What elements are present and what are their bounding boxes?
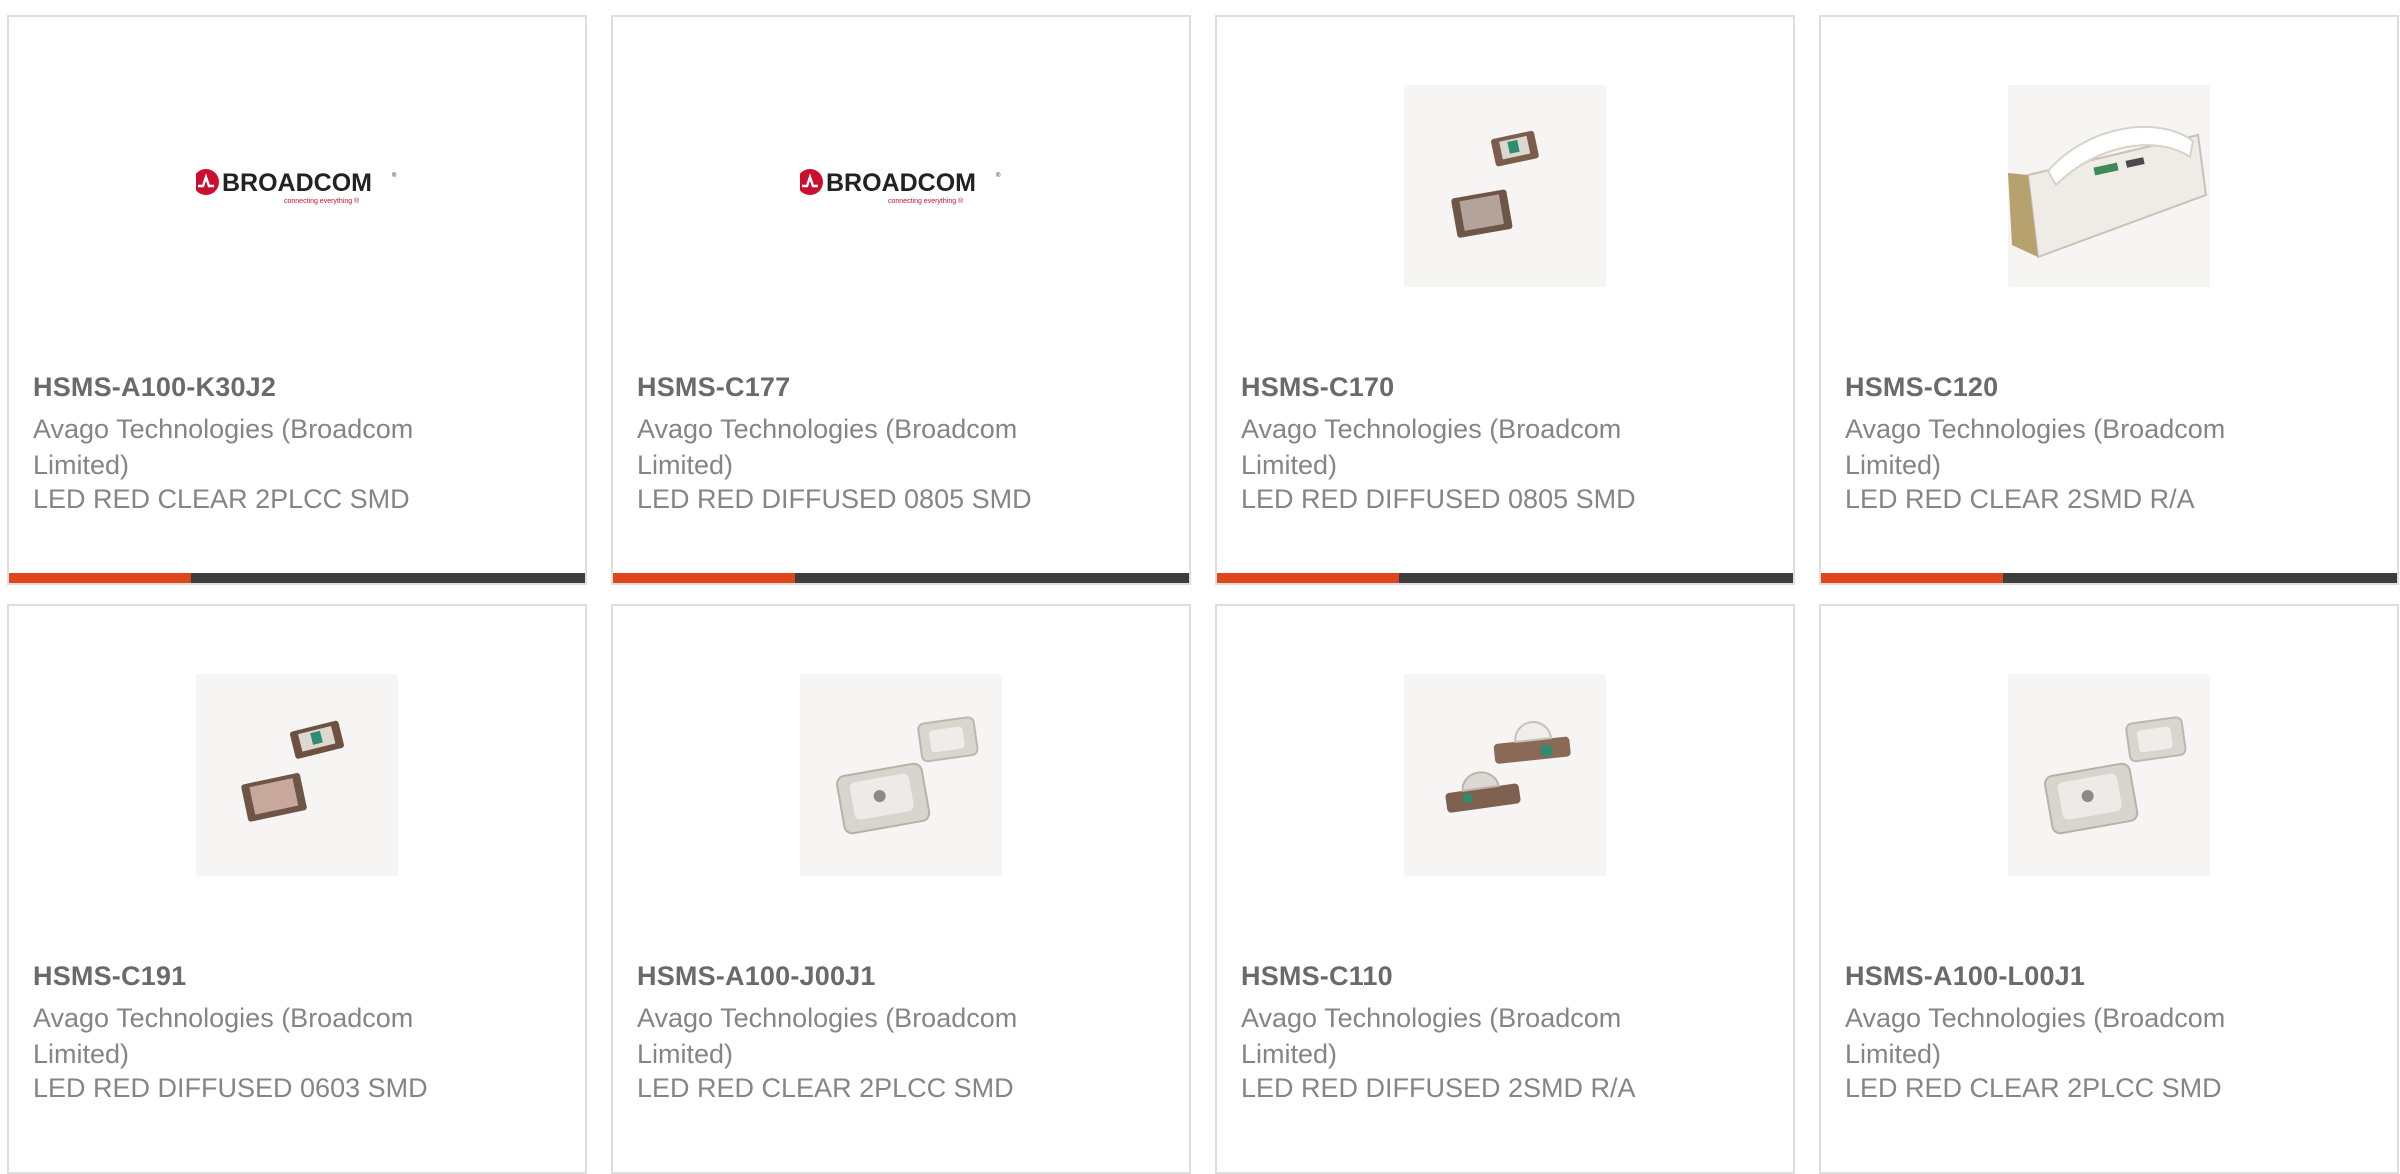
product-card[interactable]: HSMS-A100-L00J1 Avago Technologies (Broa…: [1819, 604, 2399, 1174]
product-card[interactable]: HSMS-A100-J00J1 Avago Technologies (Broa…: [611, 604, 1191, 1174]
progress-bar: [9, 573, 585, 583]
part-number[interactable]: HSMS-C120: [1845, 372, 1998, 403]
dome-led-photo: [1445, 721, 1571, 813]
svg-text:BROADCOM: BROADCOM: [222, 169, 372, 197]
product-image[interactable]: BROADCOM ® connecting everything ®: [800, 85, 1002, 287]
product-card[interactable]: HSMS-C120 Avago Technologies (Broadcom L…: [1819, 15, 2399, 585]
right-angle-led-photo: [2008, 125, 2208, 259]
manufacturer: Avago Technologies (Broadcom Limited): [1241, 414, 1622, 480]
part-number[interactable]: HSMS-C170: [1241, 372, 1394, 403]
svg-text:®: ®: [392, 172, 397, 179]
description: LED RED DIFFUSED 0603 SMD: [33, 1073, 428, 1103]
product-card[interactable]: HSMS-C110 Avago Technologies (Broadcom L…: [1215, 604, 1795, 1174]
product-image[interactable]: [1404, 674, 1606, 876]
manufacturer: Avago Technologies (Broadcom Limited): [33, 1003, 414, 1069]
svg-text:®: ®: [996, 172, 1001, 179]
progress-bar-accent: [1821, 573, 2003, 583]
progress-bar: [613, 573, 1189, 583]
product-card[interactable]: HSMS-C191 Avago Technologies (Broadcom L…: [7, 604, 587, 1174]
product-image[interactable]: [2008, 674, 2210, 876]
manufacturer: Avago Technologies (Broadcom Limited): [637, 414, 1018, 480]
progress-bar-accent: [9, 573, 191, 583]
part-number[interactable]: HSMS-C110: [1241, 961, 1393, 992]
progress-bar: [1217, 573, 1793, 583]
svg-text:connecting everything ®: connecting everything ®: [888, 197, 964, 205]
part-number[interactable]: HSMS-A100-J00J1: [637, 961, 876, 992]
progress-bar-accent: [613, 573, 795, 583]
part-number[interactable]: HSMS-C177: [637, 372, 790, 403]
product-card[interactable]: HSMS-C170 Avago Technologies (Broadcom L…: [1215, 15, 1795, 585]
manufacturer: Avago Technologies (Broadcom Limited): [1241, 1003, 1622, 1069]
manufacturer: Avago Technologies (Broadcom Limited): [1845, 414, 2226, 480]
description: LED RED DIFFUSED 2SMD R/A: [1241, 1073, 1636, 1103]
description: LED RED DIFFUSED 0805 SMD: [1241, 484, 1636, 514]
product-card[interactable]: BROADCOM ® connecting everything ® HSMS-…: [7, 15, 587, 585]
broadcom-logo: BROADCOM ® connecting everything ®: [800, 169, 1001, 205]
smd-led-0603-photo: [241, 720, 344, 822]
description: LED RED CLEAR 2SMD R/A: [1845, 484, 2195, 514]
product-image[interactable]: [1404, 85, 1606, 287]
description: LED RED CLEAR 2PLCC SMD: [33, 484, 410, 514]
progress-bar-accent: [1217, 573, 1399, 583]
manufacturer: Avago Technologies (Broadcom Limited): [33, 414, 414, 480]
broadcom-logo: BROADCOM ® connecting everything ®: [196, 169, 397, 205]
plcc-led-photo: [2044, 716, 2187, 835]
part-number[interactable]: HSMS-A100-L00J1: [1845, 961, 2085, 992]
part-number[interactable]: HSMS-C191: [33, 961, 186, 992]
product-grid: BROADCOM ® connecting everything ® HSMS-…: [0, 0, 2400, 1174]
svg-text:connecting everything ®: connecting everything ®: [284, 197, 360, 205]
product-card[interactable]: BROADCOM ® connecting everything ® HSMS-…: [611, 15, 1191, 585]
part-number[interactable]: HSMS-A100-K30J2: [33, 372, 276, 403]
description: LED RED CLEAR 2PLCC SMD: [637, 1073, 1014, 1103]
product-image[interactable]: [800, 674, 1002, 876]
product-image[interactable]: [196, 674, 398, 876]
svg-text:BROADCOM: BROADCOM: [826, 169, 976, 197]
smd-led-0805-photo: [1451, 130, 1539, 238]
progress-bar: [1821, 573, 2397, 583]
product-image[interactable]: [2008, 85, 2210, 287]
plcc-led-photo: [836, 716, 979, 835]
description: LED RED DIFFUSED 0805 SMD: [637, 484, 1032, 514]
manufacturer: Avago Technologies (Broadcom Limited): [1845, 1003, 2226, 1069]
product-image[interactable]: BROADCOM ® connecting everything ®: [196, 85, 398, 287]
description: LED RED CLEAR 2PLCC SMD: [1845, 1073, 2222, 1103]
manufacturer: Avago Technologies (Broadcom Limited): [637, 1003, 1018, 1069]
